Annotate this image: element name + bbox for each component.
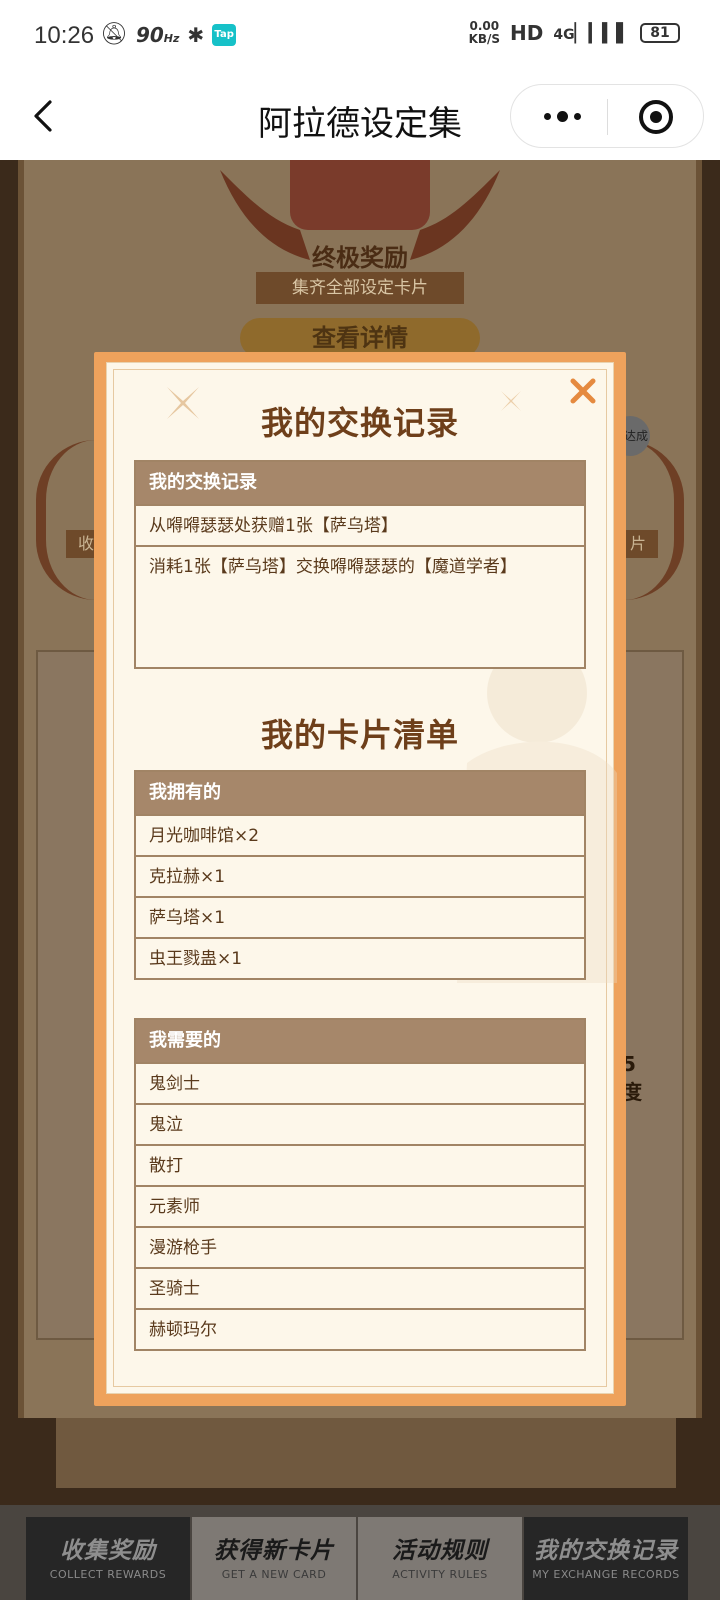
table-row: 消耗1张【萨乌塔】交换嘚嘚瑟瑟的【魔道学者】	[136, 545, 584, 667]
status-bar: 10:26 🔕︎ 90Hz ✱ Tap 0.00 KB/S HD 4G▏▎▍▌ …	[0, 0, 720, 76]
table-row: 赫顿玛尔	[136, 1308, 584, 1349]
status-right-icons: 0.00 KB/S HD 4G▏▎▍▌ 81	[469, 20, 680, 46]
needed-cards-table: 我需要的 鬼剑士 鬼泣 散打 元素师 漫游枪手 圣骑士 赫顿玛尔	[134, 1018, 586, 1351]
owned-cards-table: 我拥有的 月光咖啡馆×2 克拉赫×1 萨乌塔×1 虫王戮蛊×1	[134, 770, 586, 980]
table-row: 萨乌塔×1	[136, 896, 584, 937]
exchange-records-table: 我的交换记录 从嘚嘚瑟瑟处获赠1张【萨乌塔】 消耗1张【萨乌塔】交换嘚嘚瑟瑟的【…	[134, 460, 586, 669]
mini-program-capsule	[510, 84, 704, 148]
table-row: 从嘚嘚瑟瑟处获赠1张【萨乌塔】	[136, 504, 584, 545]
cards-section-title: 我的卡片清单	[260, 716, 459, 754]
table-row: 克拉赫×1	[136, 855, 584, 896]
table-row: 散打	[136, 1144, 584, 1185]
more-icon[interactable]	[537, 103, 587, 129]
close-program-icon[interactable]	[639, 100, 673, 134]
mute-bell-icon: 🔕︎	[100, 22, 128, 47]
table-header: 我的交换记录	[136, 462, 584, 504]
status-time: 10:26	[34, 22, 95, 49]
table-row: 漫游枪手	[136, 1226, 584, 1267]
tap-app-icon: Tap	[212, 23, 237, 46]
battery-icon: 81	[640, 23, 680, 43]
status-left-icons: 🔕︎ 90Hz ✱ Tap	[100, 22, 237, 47]
hd-indicator: HD	[510, 21, 544, 45]
table-row: 元素师	[136, 1185, 584, 1226]
bluetooth-icon: ✱	[187, 22, 205, 47]
table-row: 圣骑士	[136, 1267, 584, 1308]
table-row: 鬼泣	[136, 1103, 584, 1144]
table-row: 鬼剑士	[136, 1062, 584, 1103]
net-speed: 0.00 KB/S	[468, 19, 501, 46]
exchange-section-title: 我的交换记录	[260, 404, 459, 442]
title-bar: 阿拉德设定集	[0, 76, 720, 160]
table-row: 月光咖啡馆×2	[136, 814, 584, 855]
network-rate: 90Hz	[135, 22, 180, 47]
table-header: 我需要的	[136, 1020, 584, 1062]
table-header: 我拥有的	[136, 772, 584, 814]
capsule-divider	[607, 99, 608, 135]
table-row: 虫王戮蛊×1	[136, 937, 584, 978]
signal-icon: 4G▏▎▍▌	[553, 22, 630, 44]
